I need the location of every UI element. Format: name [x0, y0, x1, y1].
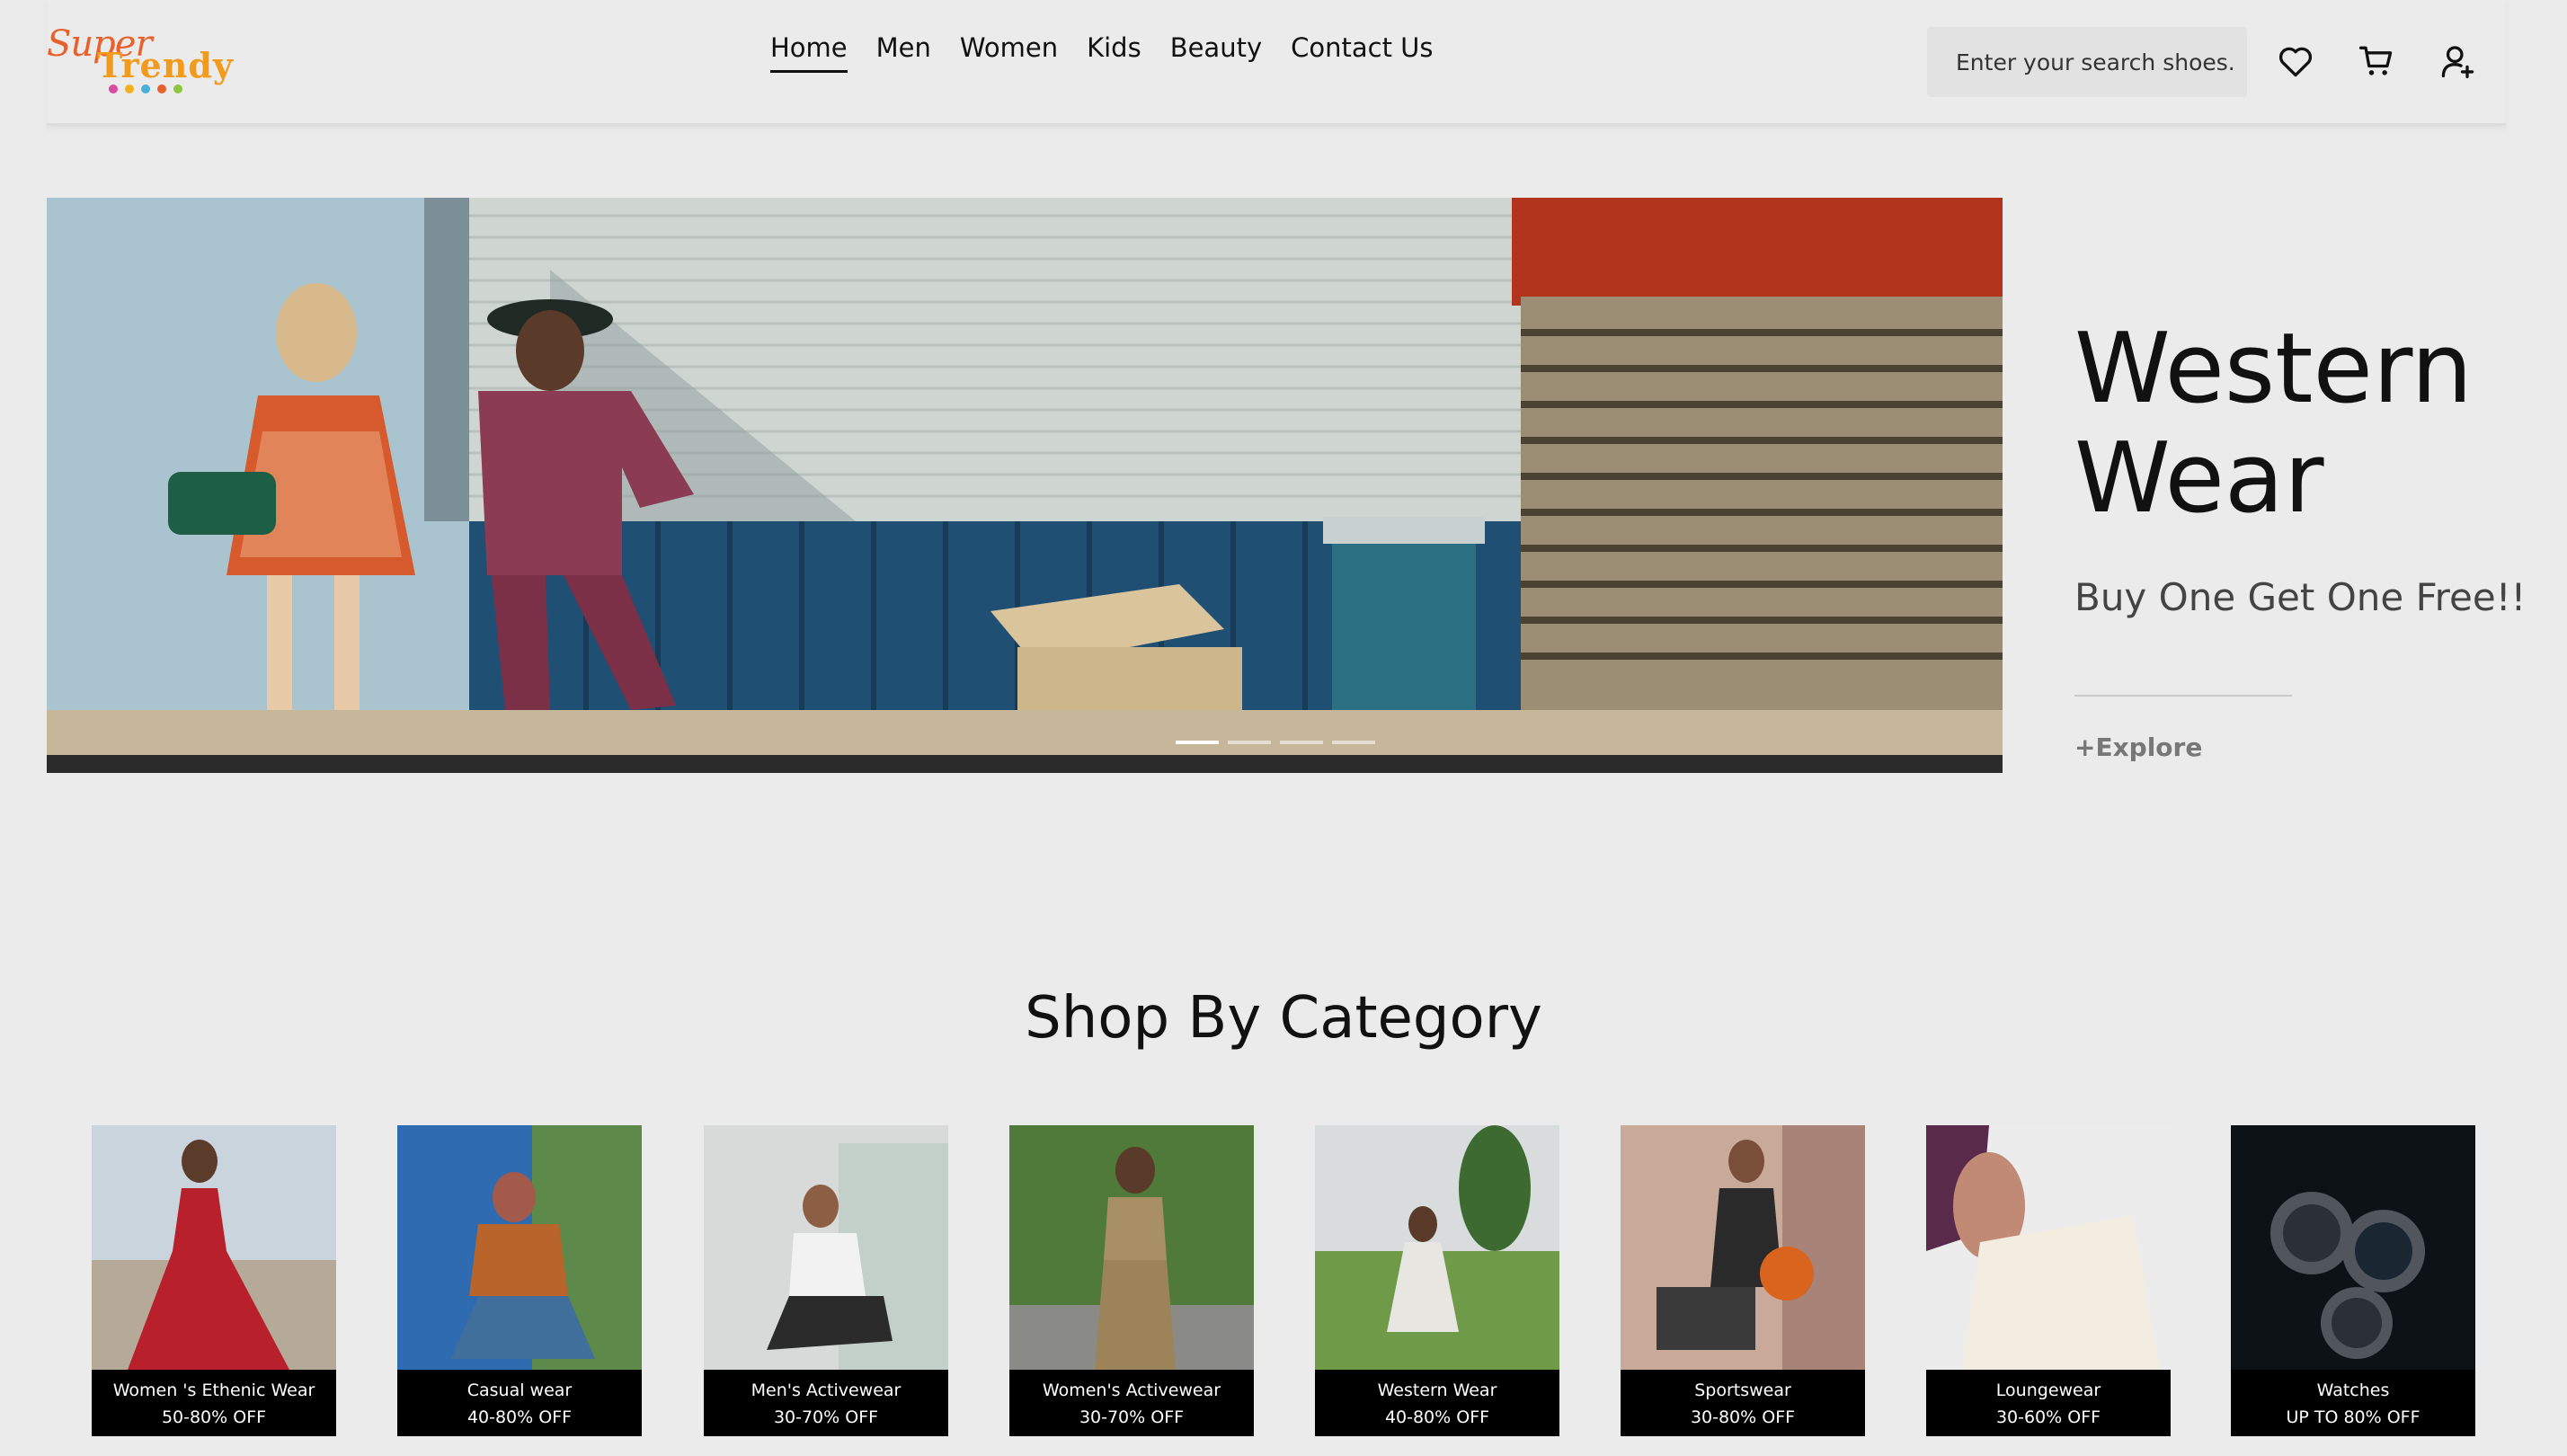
nav-home[interactable]: Home	[770, 31, 848, 73]
category-grid: Women 's Ethenic Wear 50-80% OFF Casual …	[92, 1125, 2475, 1436]
category-label: Women 's Ethenic Wear 50-80% OFF	[92, 1370, 336, 1436]
category-name: Western Wear	[1377, 1381, 1497, 1400]
carousel-dot-1[interactable]	[1176, 741, 1219, 744]
category-offer: 40-80% OFF	[1384, 1407, 1490, 1427]
category-card[interactable]: Women's Activewear 30-70% OFF	[1009, 1125, 1254, 1436]
category-name: Women 's Ethenic Wear	[112, 1381, 315, 1400]
category-image	[1009, 1125, 1254, 1370]
category-offer: 50-80% OFF	[161, 1407, 267, 1427]
category-card[interactable]: Loungewear 30-60% OFF	[1926, 1125, 2171, 1436]
carousel-dot-4[interactable]	[1332, 741, 1375, 744]
category-name: Sportswear	[1694, 1381, 1791, 1400]
hero-title-line2: Wear	[2074, 422, 2324, 535]
nav-kids[interactable]: Kids	[1087, 31, 1141, 73]
category-card[interactable]: Watches UP TO 80% OFF	[2231, 1125, 2475, 1436]
carousel-indicators	[1176, 741, 1375, 744]
category-image	[704, 1125, 948, 1370]
category-label: Western Wear 40-80% OFF	[1315, 1370, 1559, 1436]
category-offer: UP TO 80% OFF	[2286, 1407, 2420, 1427]
hero-subtitle: Buy One Get One Free!!	[2074, 575, 2527, 619]
cart-icon	[2358, 46, 2393, 75]
category-card[interactable]: Casual wear 40-80% OFF	[397, 1125, 642, 1436]
nav-women[interactable]: Women	[960, 31, 1058, 73]
hero-title: Western Wear	[2074, 315, 2542, 534]
account-button[interactable]	[2438, 41, 2477, 81]
category-image	[1315, 1125, 1559, 1370]
nav-men[interactable]: Men	[876, 31, 931, 73]
search-input[interactable]	[1927, 27, 2247, 97]
category-offer: 30-70% OFF	[1079, 1407, 1185, 1427]
category-offer: 30-80% OFF	[1690, 1407, 1796, 1427]
logo-text-trendy: Trendy	[97, 45, 234, 85]
hero-banner[interactable]	[47, 198, 2003, 773]
category-offer: 30-70% OFF	[773, 1407, 879, 1427]
wishlist-button[interactable]	[2276, 41, 2315, 81]
hero-title-line1: Western	[2074, 313, 2473, 425]
logo-dots-decoration	[109, 84, 182, 93]
category-name: Men's Activewear	[751, 1381, 902, 1400]
category-label: Women's Activewear 30-70% OFF	[1009, 1370, 1254, 1436]
brand-logo[interactable]: Super Trendy	[47, 23, 233, 95]
category-image	[2231, 1125, 2475, 1370]
nav-beauty[interactable]: Beauty	[1170, 31, 1262, 73]
carousel-dot-3[interactable]	[1280, 741, 1323, 744]
hero-divider	[2074, 695, 2292, 697]
category-image	[1926, 1125, 2171, 1370]
category-image	[397, 1125, 642, 1370]
category-label: Loungewear 30-60% OFF	[1926, 1370, 2171, 1436]
hero-text-block: Western Wear Buy One Get One Free!! +Exp…	[2074, 315, 2542, 762]
section-title: Shop By Category	[1025, 985, 1542, 1052]
category-name: Watches	[2316, 1381, 2390, 1400]
category-label: Casual wear 40-80% OFF	[397, 1370, 642, 1436]
category-offer: 40-80% OFF	[466, 1407, 573, 1427]
category-card[interactable]: Western Wear 40-80% OFF	[1315, 1125, 1559, 1436]
category-offer: 30-60% OFF	[1995, 1407, 2101, 1427]
main-nav: Home Men Women Kids Beauty Contact Us	[770, 31, 1462, 73]
category-label: Men's Activewear 30-70% OFF	[704, 1370, 948, 1436]
cart-button[interactable]	[2357, 41, 2396, 81]
site-header: Super Trendy Home Men Women Kids Beauty …	[47, 0, 2506, 126]
category-name: Loungewear	[1995, 1381, 2101, 1400]
heart-icon	[2278, 47, 2313, 77]
category-image	[1621, 1125, 1865, 1370]
category-card[interactable]: Sportswear 30-80% OFF	[1621, 1125, 1865, 1436]
category-name: Women's Activewear	[1042, 1381, 1221, 1400]
category-card[interactable]: Men's Activewear 30-70% OFF	[704, 1125, 948, 1436]
hero-image	[47, 198, 2003, 773]
carousel-dot-2[interactable]	[1228, 741, 1271, 744]
category-name: Casual wear	[466, 1381, 573, 1400]
category-label: Sportswear 30-80% OFF	[1621, 1370, 1865, 1436]
category-label: Watches UP TO 80% OFF	[2231, 1370, 2475, 1436]
nav-contact-us[interactable]: Contact Us	[1291, 31, 1433, 73]
explore-link[interactable]: +Explore	[2074, 732, 2542, 762]
category-card[interactable]: Women 's Ethenic Wear 50-80% OFF	[92, 1125, 336, 1436]
user-add-icon	[2441, 46, 2474, 79]
category-image	[92, 1125, 336, 1370]
